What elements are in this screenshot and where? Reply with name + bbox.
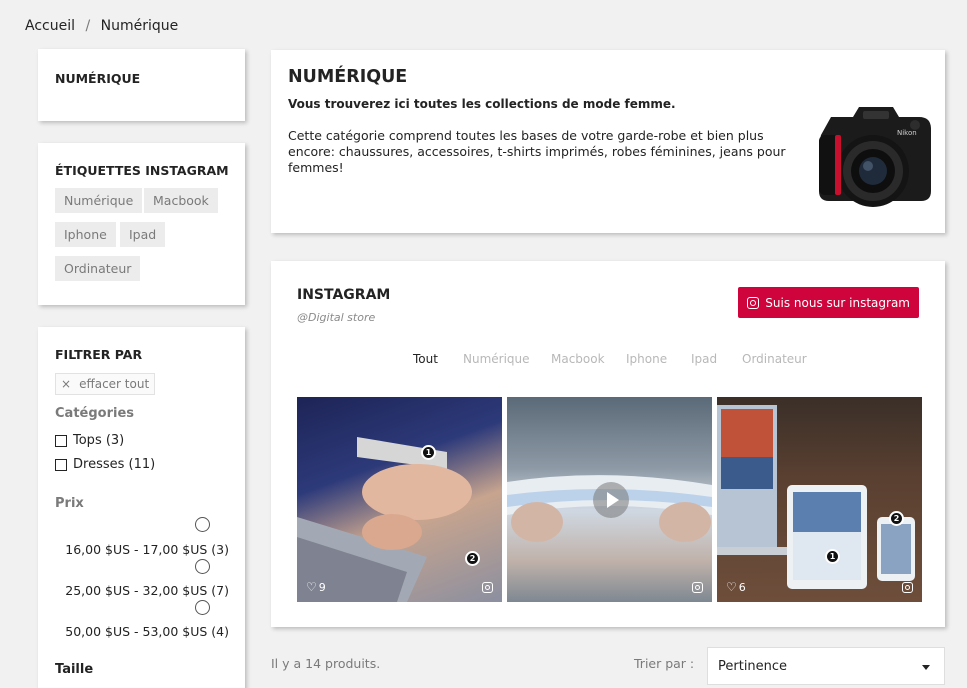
price-radio-3[interactable] — [195, 600, 210, 615]
sidebar-tags-block: ÉTIQUETTES INSTAGRAM Numérique Macbook I… — [38, 143, 245, 305]
instagram-icon — [747, 296, 760, 309]
breadcrumb: Accueil / Numérique — [25, 18, 178, 34]
tag-numerique[interactable]: Numérique — [55, 188, 143, 213]
chevron-down-icon — [922, 665, 930, 670]
breadcrumb-current: Numérique — [100, 18, 179, 34]
sidebar-category-title[interactable]: NUMÉRIQUE — [55, 71, 140, 86]
clear-all-label: effacer tout — [79, 377, 150, 391]
tag-ipad[interactable]: Ipad — [120, 222, 166, 247]
heart-icon: ♡ — [726, 580, 737, 594]
instagram-handle: @Digital store — [297, 311, 376, 324]
breadcrumb-home-link[interactable]: Accueil — [25, 18, 75, 34]
instagram-post-2[interactable] — [507, 397, 712, 602]
hotspot-badge[interactable]: 2 — [889, 511, 904, 526]
filters-title: FILTRER PAR — [55, 347, 143, 362]
play-icon[interactable] — [593, 482, 629, 518]
likes-count: ♡ 9 — [306, 580, 326, 594]
product-count: Il y a 14 produits. — [271, 656, 381, 671]
post-image — [717, 405, 915, 589]
sidebar-tags-title: ÉTIQUETTES INSTAGRAM — [55, 163, 229, 178]
sort-label: Trier par : — [634, 656, 695, 671]
clear-all-button[interactable]: × effacer tout — [55, 373, 156, 395]
svg-text:Nikon: Nikon — [897, 129, 917, 137]
close-icon: × — [61, 377, 72, 391]
hotspot-badge[interactable]: 2 — [465, 551, 480, 566]
instagram-icon[interactable] — [902, 582, 913, 593]
breadcrumb-separator: / — [85, 18, 91, 34]
tab-ipad[interactable]: Ipad — [691, 352, 717, 366]
post-image — [297, 437, 472, 602]
category-subtitle: Vous trouverez ici toutes les collection… — [288, 97, 676, 111]
category-filter-tops[interactable]: Tops (3) — [55, 433, 124, 448]
likes-value: 6 — [738, 580, 746, 594]
hotspot-badge[interactable]: 1 — [825, 549, 840, 564]
size-heading: Taille — [55, 662, 94, 677]
category-filter-label: Tops (3) — [73, 433, 125, 448]
tab-tout[interactable]: Tout — [413, 352, 438, 366]
tag-ordinateur[interactable]: Ordinateur — [55, 256, 141, 281]
checkbox[interactable] — [55, 458, 67, 471]
price-heading: Prix — [55, 496, 84, 511]
instagram-title: INSTAGRAM — [297, 287, 391, 303]
tab-iphone[interactable]: Iphone — [626, 352, 667, 366]
likes-count: ♡ 6 — [726, 580, 746, 594]
camera-image: Nikon — [819, 107, 931, 207]
instagram-post-3[interactable]: 2 1 ♡ 6 — [717, 397, 922, 602]
price-radio-1[interactable] — [195, 517, 210, 532]
page-title: NUMÉRIQUE — [288, 67, 408, 87]
heart-icon: ♡ — [306, 580, 317, 594]
category-filter-dresses[interactable]: Dresses (11) — [55, 457, 155, 472]
sort-value: Pertinence — [718, 658, 788, 674]
tab-numerique[interactable]: Numérique — [463, 352, 530, 366]
price-filter-label-1[interactable]: 16,00 $US - 17,00 $US (3) — [65, 542, 229, 557]
sort-select[interactable]: Pertinence — [707, 647, 945, 685]
instagram-icon[interactable] — [692, 582, 703, 593]
sidebar-filters-block: FILTRER PAR × effacer tout Catégories Top… — [38, 327, 245, 688]
tab-macbook[interactable]: Macbook — [551, 352, 605, 366]
likes-value: 9 — [318, 580, 326, 594]
price-radio-2[interactable] — [195, 559, 210, 574]
category-header: NUMÉRIQUE Vous trouverez ici toutes les … — [271, 50, 945, 233]
categories-heading: Catégories — [55, 406, 135, 421]
tag-macbook[interactable]: Macbook — [144, 188, 218, 213]
checkbox[interactable] — [55, 434, 67, 447]
category-description: Cette catégorie comprend toutes les base… — [288, 128, 786, 175]
hotspot-badge[interactable]: 1 — [421, 445, 436, 460]
sidebar-category-block: NUMÉRIQUE — [38, 49, 245, 121]
follow-instagram-button[interactable]: Suis nous sur instagram — [738, 287, 919, 318]
instagram-block: INSTAGRAM @Digital store Suis nous sur i… — [271, 261, 945, 627]
instagram-icon[interactable] — [482, 582, 493, 593]
tag-iphone[interactable]: Iphone — [55, 222, 116, 247]
price-filter-label-3[interactable]: 50,00 $US - 53,00 $US (4) — [65, 624, 229, 639]
tab-ordinateur[interactable]: Ordinateur — [742, 352, 807, 366]
instagram-post-1[interactable]: 1 2 ♡ 9 — [297, 397, 502, 602]
follow-instagram-label: Suis nous sur instagram — [765, 295, 910, 310]
category-filter-label: Dresses (11) — [73, 457, 156, 472]
price-filter-label-2[interactable]: 25,00 $US - 32,00 $US (7) — [65, 583, 229, 598]
